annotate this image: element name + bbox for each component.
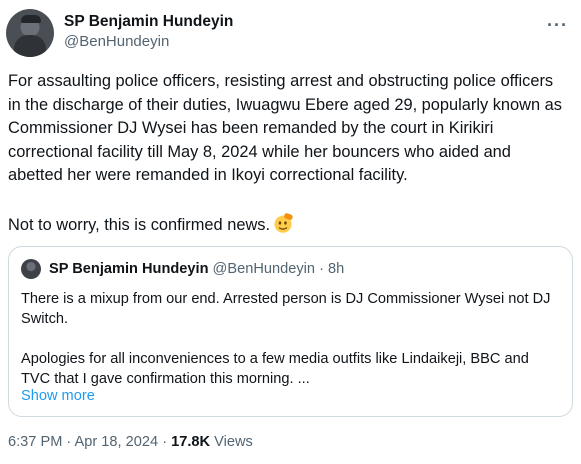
more-horizontal-icon[interactable]: ··· [547,15,568,36]
tweet-text: For assaulting police officers, resistin… [8,70,570,237]
footer-separator: · [66,434,72,450]
footer-separator: · [162,434,168,450]
quoted-separator: · [319,261,324,277]
views-count: 17.8K [171,434,211,450]
quoted-author-handle: @BenHundeyin [212,261,315,277]
tweet-time[interactable]: 6:37 PM [8,434,62,450]
quoted-tweet[interactable]: SP Benjamin Hundeyin @BenHundeyin · 8h T… [8,246,573,417]
tweet-date[interactable]: Apr 18, 2024 [75,434,159,450]
show-more-link[interactable]: Show more [21,388,95,404]
author-handle[interactable]: @BenHundeyin [64,33,169,50]
author-name[interactable]: SP Benjamin Hundeyin [64,13,233,31]
quoted-avatar [21,259,41,279]
quoted-time: 8h [328,261,345,277]
saluting-face-emoji [274,212,293,233]
tweet-header: SP Benjamin Hundeyin @BenHundeyin ··· [6,9,576,57]
views-label: Views [214,434,253,450]
quoted-header: SP Benjamin Hundeyin @BenHundeyin · 8h [49,261,344,277]
quoted-text: There is a mixup from our end. Arrested … [21,291,551,387]
avatar[interactable] [6,9,54,57]
tweet-body: For assaulting police officers, resistin… [8,72,562,234]
quoted-author-name: SP Benjamin Hundeyin [49,261,209,277]
tweet-footer: 6:37 PM · Apr 18, 2024 · 17.8K Views [8,434,253,450]
